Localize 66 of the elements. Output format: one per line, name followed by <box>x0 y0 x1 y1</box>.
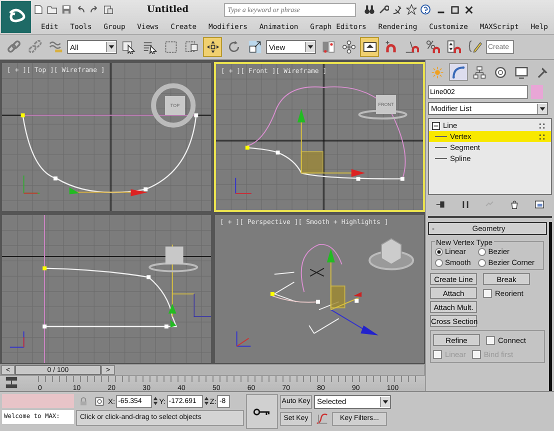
project-folder-icon[interactable] <box>103 4 114 15</box>
dropdown-arrow-icon <box>106 42 116 52</box>
radio-button[interactable] <box>435 258 443 266</box>
curve-icon <box>452 66 465 78</box>
window-crossing-icon <box>184 40 198 54</box>
pin-icon[interactable] <box>434 199 446 210</box>
satellite-icon[interactable] <box>392 4 403 15</box>
dropdown-arrow-icon <box>537 104 547 114</box>
scrollbar[interactable] <box>549 222 552 391</box>
new-file-icon[interactable] <box>33 4 44 15</box>
magnet-icon <box>384 40 398 54</box>
collapse-icon[interactable] <box>432 122 440 130</box>
checkbox[interactable] <box>486 336 495 344</box>
track-bar-icon[interactable] <box>5 376 18 389</box>
dropdown-arrow-icon <box>380 396 390 406</box>
chain-link-icon <box>6 40 20 54</box>
checkbox[interactable] <box>483 288 492 298</box>
undo-icon[interactable] <box>75 4 86 15</box>
toolbar-button[interactable] <box>360 37 379 57</box>
hierarchy-icon <box>473 66 486 78</box>
sun-icon <box>431 66 444 78</box>
curve-icon[interactable] <box>316 412 328 424</box>
radio-button[interactable] <box>478 258 486 266</box>
up-arrow-box-icon <box>362 40 376 54</box>
percent-magnet-icon <box>426 40 440 54</box>
list-cursor-icon <box>142 40 156 54</box>
panel-tab[interactable] <box>449 63 468 81</box>
star-icon[interactable] <box>406 4 417 15</box>
binoculars-icon[interactable] <box>364 4 375 15</box>
hammer-icon <box>536 66 549 78</box>
lock-icon[interactable] <box>79 396 88 406</box>
radio-button[interactable] <box>435 248 443 256</box>
braces-pencil-icon <box>468 40 482 54</box>
wave-icon <box>48 40 62 54</box>
monitor-icon <box>515 66 528 78</box>
angle-magnet-icon <box>404 40 418 54</box>
scale-icon <box>248 40 262 54</box>
wrench-icon[interactable] <box>378 4 389 15</box>
rotate-icon <box>226 40 240 54</box>
pivot-icon <box>320 40 334 54</box>
dashed-rectangle-icon <box>164 40 178 54</box>
move-arrows-icon <box>206 40 220 54</box>
key-button[interactable] <box>246 394 278 429</box>
app-logo-icon[interactable] <box>1 1 31 33</box>
trash-icon[interactable] <box>509 199 520 210</box>
crosshair-box-icon[interactable] <box>95 396 104 406</box>
redo-icon[interactable] <box>89 4 100 15</box>
broken-chain-icon <box>28 40 42 54</box>
key-icon <box>253 406 271 416</box>
object-color-swatch[interactable] <box>531 85 543 99</box>
close-icon[interactable] <box>464 6 473 14</box>
select-cursor-icon <box>122 40 136 54</box>
circle-icon <box>494 66 507 78</box>
script-listener-field[interactable] <box>2 394 74 408</box>
save-icon[interactable] <box>61 4 72 15</box>
node-graph-icon <box>342 40 356 54</box>
dropdown-arrow-icon <box>305 42 315 52</box>
spinner-magnet-icon <box>446 40 460 54</box>
folder-icon[interactable] <box>47 4 58 15</box>
window-title: Untitled <box>147 4 189 14</box>
radio-button[interactable] <box>478 248 486 256</box>
maximize-icon[interactable] <box>450 6 459 14</box>
dots-icon <box>539 134 545 140</box>
dots-icon <box>539 122 545 128</box>
help-icon[interactable] <box>420 4 431 15</box>
toolbar-button[interactable] <box>203 37 222 57</box>
